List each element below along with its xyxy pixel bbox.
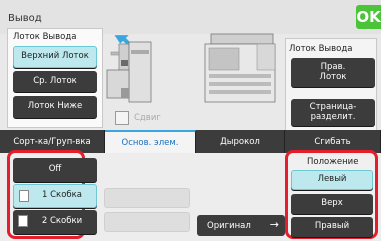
printer-icon (204, 33, 276, 103)
position-label: Положение (307, 157, 359, 167)
output-tray-right-label: Лоток Вывода (289, 44, 353, 54)
tab-basic-items[interactable]: Основ. элем. (105, 130, 196, 153)
arrow-right-icon: → (269, 218, 279, 231)
original-button-label: Оригинал (207, 220, 251, 231)
staple-off-button[interactable]: Off (13, 158, 97, 182)
position-top-button[interactable]: Верх (291, 194, 373, 214)
separator-page-button[interactable]: Страница- разделит. (291, 99, 375, 126)
staple-two-button[interactable]: 2 Скобки (13, 210, 97, 234)
ok-button[interactable]: OK (356, 5, 381, 29)
staple-two-icon (18, 215, 28, 227)
position-left-button[interactable]: Левый (291, 170, 373, 190)
machine-illustration (105, 30, 281, 130)
staple-two-label: 2 Скобки (41, 216, 83, 227)
staple-one-label: 1 Скобка (42, 190, 82, 201)
output-tray-group-label: Лоток Вывода (13, 32, 77, 42)
right-tray-button[interactable]: Прав. Лоток (291, 58, 375, 87)
staple-one-button[interactable]: 1 Скобка (13, 184, 97, 208)
disabled-option-button (104, 188, 190, 208)
disabled-option-button (104, 212, 190, 232)
page-title: Вывод (8, 13, 42, 24)
staple-one-icon (19, 190, 29, 202)
position-right-button[interactable]: Правый (291, 217, 373, 237)
middle-tray-button[interactable]: Ср. Лоток (13, 71, 97, 92)
upper-tray-button[interactable]: Верхний Лоток (13, 46, 97, 68)
finisher-icon (106, 41, 152, 103)
tab-hole-punch[interactable]: Дырокол (196, 130, 285, 153)
lower-tray-button[interactable]: Лоток Ниже (13, 96, 97, 118)
shift-label: Сдвиг (134, 113, 161, 123)
original-button[interactable]: Оригинал → (197, 215, 285, 236)
shift-checkbox[interactable] (115, 111, 129, 125)
